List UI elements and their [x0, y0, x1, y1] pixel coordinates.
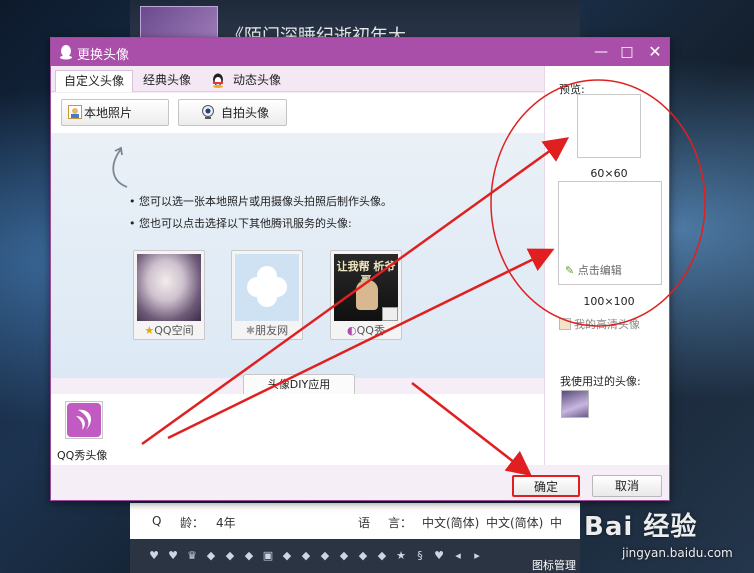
crown-icon[interactable]: ♛ [184, 549, 200, 563]
diamond-icon[interactable]: ◆ [241, 549, 257, 563]
webcam-icon [202, 105, 214, 119]
pencil-icon [382, 307, 398, 321]
diamond-icon[interactable]: ◆ [374, 549, 390, 563]
preview-small-size: 60×60 [590, 167, 628, 180]
star-icon[interactable]: ★ [393, 549, 409, 563]
used-avatars-label: 我使用过的头像: [560, 375, 641, 388]
maximize-icon[interactable]: □ [617, 42, 637, 62]
local-photo-label: 本地照片 [84, 106, 133, 120]
qqshow-avatar-area: QQ秀头像 [51, 394, 544, 465]
qqshow-small-icon: ◐ [347, 324, 357, 337]
pengyou-icon: ✱ [245, 324, 256, 337]
diamond-icon[interactable]: ◆ [203, 549, 219, 563]
diamond-icon[interactable]: ◆ [317, 549, 333, 563]
curved-arrow-icon [112, 146, 128, 188]
background-profile-panel: Q 龄： 4年 语 言： 中文(简体) 中文(简体) 中 ♥ ♥ ♛ ◆ ◆ ◆… [130, 503, 580, 573]
used-avatar-thumb[interactable] [561, 390, 589, 418]
preview-panel: 预览: 60×60 ✎ 点击编辑 100×100 我的高清头像 我使用过的头像: [544, 66, 669, 465]
toolbar: 本地照片 自拍头像 [51, 93, 544, 133]
qqshow-avatar-button[interactable] [65, 401, 103, 439]
baidu-watermark: Bai 经验 jingyan.baidu.com [578, 500, 754, 573]
edit-link[interactable]: ✎ 点击编辑 [565, 262, 622, 278]
service-qqshow-avatar[interactable]: 让我帮 析爷哥 ◐QQ秀 [330, 250, 402, 340]
minimize-icon[interactable]: — [591, 42, 611, 62]
hint-tencent-services: • 您也可以点击选择以下其他腾讯服务的头像: [129, 217, 352, 230]
service-caption: ◐QQ秀 [347, 324, 385, 337]
watermark-url: jingyan.baidu.com [622, 546, 733, 560]
qzone-avatar-image [137, 254, 201, 321]
language-value-3: 中 [550, 516, 563, 530]
diamond-icon[interactable]: ◆ [279, 549, 295, 563]
qq-penguin-icon [60, 45, 72, 60]
preview-large-size: 100×100 [583, 295, 635, 308]
swirl-icon[interactable]: § [412, 549, 428, 563]
language-label-2: 言： [388, 516, 413, 530]
pencil-icon: ✎ [565, 264, 575, 277]
tab-classic-avatar[interactable]: 经典头像 [135, 70, 199, 92]
tab-bar: 自定义头像 经典头像 动态头像 [51, 66, 544, 92]
tab-custom-avatar[interactable]: 自定义头像 [55, 70, 134, 92]
qqshow-avatar-label: QQ秀头像 [57, 449, 108, 462]
title-bar[interactable]: 更换头像 — □ ✕ [51, 38, 669, 66]
character-figure [356, 280, 378, 310]
robot-icon[interactable]: ▣ [260, 549, 276, 563]
selfie-button[interactable]: 自拍头像 [178, 99, 287, 126]
heart-icon[interactable]: ♥ [431, 549, 447, 563]
hd-avatar-link[interactable]: 我的高清头像 [559, 316, 640, 332]
change-avatar-dialog: 更换头像 — □ ✕ 自定义头像 经典头像 动态头像 本地照片 自拍头像 • 您… [50, 37, 670, 501]
dialog-footer: 确定 取消 [51, 466, 669, 500]
age-value: 4年 [216, 516, 236, 530]
ok-button[interactable]: 确定 [512, 475, 580, 497]
local-photo-button[interactable]: 本地照片 [61, 99, 169, 126]
language-value-2: 中文(简体) [486, 516, 544, 530]
clover-icon [247, 266, 287, 307]
qqshow-avatar-image: 让我帮 析爷哥 [334, 254, 398, 321]
service-caption: ★QQ空间 [144, 324, 194, 337]
close-icon[interactable]: ✕ [645, 42, 665, 62]
watermark-logo-text: Bai 经验 [584, 512, 698, 542]
background-cover-thumbnail [140, 6, 218, 38]
custom-avatar-content: • 您可以选一张本地照片或用摄像头拍照后制作头像。 • 您也可以点击选择以下其他… [51, 133, 544, 378]
chevron-left-icon[interactable]: ◂ [450, 549, 466, 563]
service-pengyou-avatar[interactable]: ✱朋友网 [231, 250, 303, 340]
preview-large-box[interactable]: ✎ 点击编辑 [558, 181, 662, 285]
selfie-label: 自拍头像 [221, 106, 270, 120]
service-caption: ✱朋友网 [245, 324, 289, 337]
heart-icon[interactable]: ♥ [146, 549, 162, 563]
background-icon-row: ♥ ♥ ♛ ◆ ◆ ◆ ▣ ◆ ◆ ◆ ◆ ◆ ◆ ★ § ♥ ◂ ▸ 图标管理 [130, 539, 580, 573]
diamond-icon[interactable]: ◆ [355, 549, 371, 563]
hd-avatar-icon [559, 318, 571, 330]
diamond-icon[interactable]: ◆ [222, 549, 238, 563]
preview-small-box [577, 94, 641, 158]
icon-manage-link[interactable]: 图标管理 [532, 557, 576, 573]
cancel-button[interactable]: 取消 [592, 475, 662, 497]
language-label: 语 [358, 516, 371, 530]
tab-animated-avatar[interactable]: 动态头像 [225, 70, 289, 92]
background-profile-header: 《陌门深睡纪逝初年大 [130, 0, 580, 47]
qq-penguin-icon [213, 73, 223, 88]
chevron-right-icon[interactable]: ▸ [469, 549, 485, 563]
language-value-1: 中文(简体) [422, 516, 480, 530]
service-qzone-avatar[interactable]: ★QQ空间 [133, 250, 205, 340]
heart-icon[interactable]: ♥ [165, 549, 181, 563]
hint-local-photo: • 您可以选一张本地照片或用摄像头拍照后制作头像。 [129, 195, 392, 208]
qzone-star-icon: ★ [144, 324, 155, 337]
age-label: 龄： [180, 516, 205, 530]
qqshow-logo-icon [67, 403, 101, 437]
diamond-icon[interactable]: ◆ [298, 549, 314, 563]
dialog-title: 更换头像 [77, 48, 130, 63]
diamond-icon[interactable]: ◆ [336, 549, 352, 563]
background-info-row: Q 龄： 4年 语 言： 中文(简体) 中文(简体) 中 [130, 503, 580, 539]
pengyou-avatar-image [235, 254, 299, 321]
avatar-diy-tab[interactable]: 头像DIY应用 [243, 374, 355, 394]
q-label: Q [152, 514, 162, 528]
photo-icon [68, 105, 82, 119]
